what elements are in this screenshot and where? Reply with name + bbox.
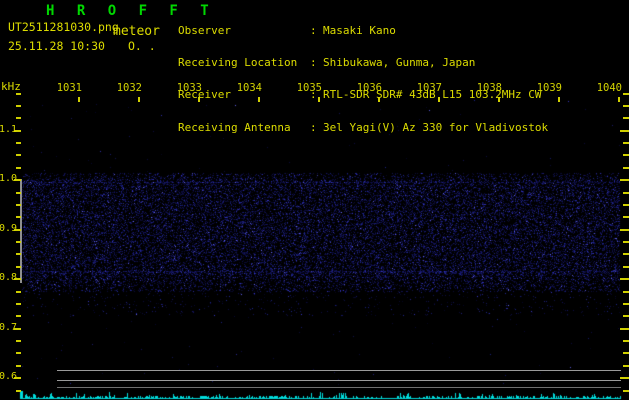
freq-tick-left [16,216,21,218]
info-colon: : [310,55,317,69]
info-colon: : [310,120,317,134]
freq-tick-right [623,365,629,367]
time-tick [618,97,620,102]
time-axis-label: 1039 [536,82,562,94]
time-tick [558,97,560,102]
info-label: Receiving Location [178,55,298,69]
freq-tick-left [16,253,21,255]
reference-line [57,380,621,381]
freq-tick-right [623,105,629,107]
capture-timestamp: 25.11.28 10:30 [8,39,105,53]
freq-tick-right [623,204,629,206]
freq-tick-left [16,291,21,293]
time-axis-label: 1032 [116,82,142,94]
freq-tick-right [623,93,629,95]
freq-axis-label: 0.7 [0,322,18,333]
freq-tick-left [16,241,21,243]
freq-tick-left [16,154,21,156]
station-label: meteor [113,24,160,39]
freq-tick-right [620,130,629,132]
freq-tick-right [623,154,629,156]
info-row-location: Receiving Location: Shibukawa, Gunma, Jap… [178,55,548,69]
time-axis-label: 1036 [356,82,382,94]
freq-tick-right [620,328,629,330]
time-axis-label: 1038 [476,82,502,94]
freq-tick-right [623,241,629,243]
time-axis-label: 1034 [236,82,262,94]
info-row-observer: Observer: Masaki Kano [178,23,548,37]
freq-axis-label: 1.1 [0,124,18,135]
time-axis-label: 1035 [296,82,322,94]
freq-tick-right [623,390,629,392]
time-axis-label: 1037 [416,82,442,94]
freq-tick-right [623,340,629,342]
freq-tick-left [16,192,21,194]
freq-tick-right [623,303,629,305]
freq-tick-left [16,105,21,107]
audio-status-indicator: O. . [128,39,156,53]
freq-axis-label: 0.6 [0,371,18,382]
freq-tick-right [623,352,629,354]
freq-axis-label: 0.8 [0,272,18,283]
freq-tick-right [623,117,629,119]
freq-tick-left [16,365,21,367]
freq-tick-left [16,315,21,317]
info-label: Observer [178,23,231,37]
info-row-antenna: Receiving Antenna:3el Yagi(V) Az 330 for… [178,120,549,134]
freq-tick-right [623,142,629,144]
freq-tick-left [16,142,21,144]
freq-tick-right [623,192,629,194]
freq-tick-left [16,204,21,206]
time-axis-label: 1031 [56,82,82,94]
freq-tick-left [16,93,21,95]
freq-tick-left [16,390,21,392]
freq-tick-right [620,278,629,280]
freq-tick-right [620,229,629,231]
reference-line [57,370,621,371]
capture-filename: UT2511281030.png [8,20,119,34]
info-label: Receiving Antenna [178,120,291,134]
reference-line [57,387,621,388]
freq-tick-left [16,340,21,342]
freq-tick-left [16,352,21,354]
freq-tick-left [16,167,21,169]
freq-tick-right [623,315,629,317]
freq-tick-right [623,216,629,218]
time-axis-label: 1040 [596,82,622,94]
freq-axis-label: 1.0 [0,173,18,184]
time-axis-label: 1033 [176,82,202,94]
freq-axis-label: 0.9 [0,223,18,234]
info-colon: : [310,23,317,37]
observer-info-table: Observer: Masaki Kano Receiving Location:… [178,4,548,155]
freq-tick-left [16,303,21,305]
info-value: Masaki Kano [323,23,396,37]
freq-tick-right [623,291,629,293]
freq-tick-right [623,266,629,268]
freq-tick-left [16,266,21,268]
time-tick [78,97,80,102]
freq-axis-unit: kHz [1,80,21,93]
freq-tick-right [623,167,629,169]
hrofft-spectrogram-page: H R O F F T UT2511281030.png meteor 25.1… [0,0,629,400]
info-value: Shibukawa, Gunma, Japan [323,55,476,69]
info-value: 3el Yagi(V) Az 330 for Vladivostok [323,120,549,134]
freq-tick-right [620,179,629,181]
freq-tick-left [16,117,21,119]
freq-tick-right [623,253,629,255]
time-tick [138,97,140,102]
freq-tick-right [620,377,629,379]
